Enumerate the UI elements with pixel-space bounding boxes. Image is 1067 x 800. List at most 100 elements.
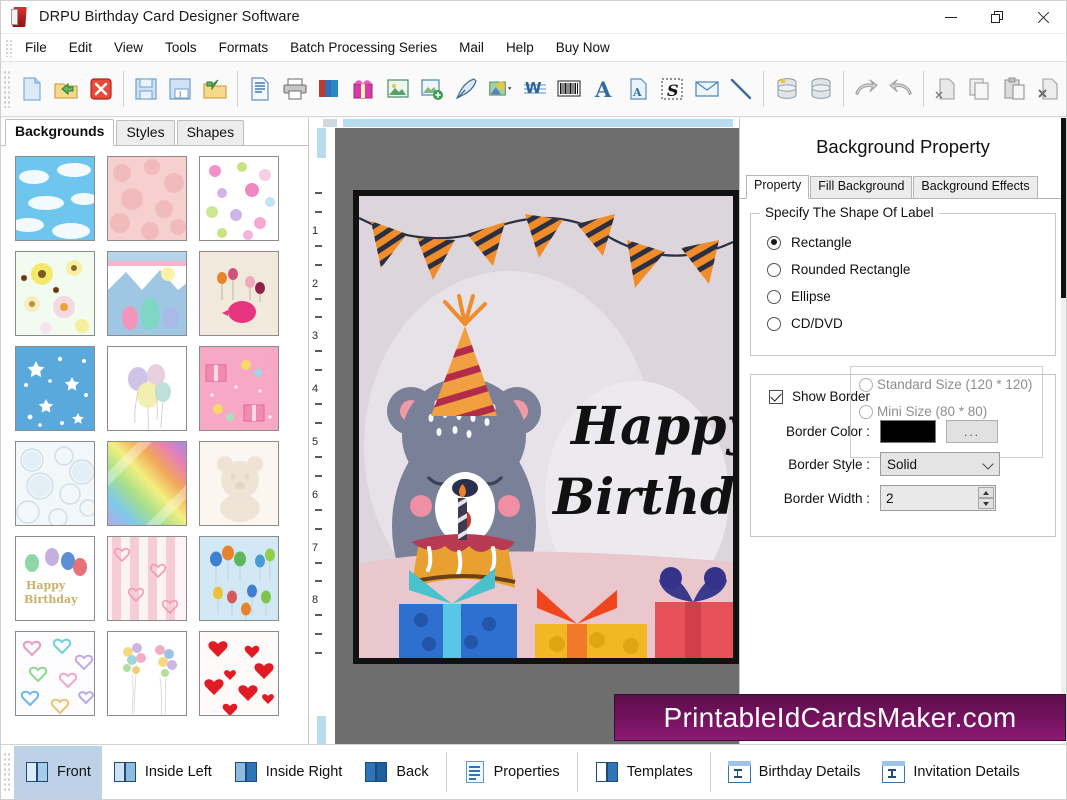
tab-shapes[interactable]: Shapes [177, 120, 244, 145]
paste-button[interactable] [997, 69, 1031, 109]
save-button[interactable] [129, 69, 163, 109]
right-panel-scrollbar[interactable] [1061, 118, 1066, 744]
open-folder-icon [53, 76, 79, 102]
background-thumbnail-pink-hearts-stripes[interactable] [107, 536, 187, 621]
canvas-horizontal-scrollbar[interactable] [309, 118, 739, 128]
right-panel-scroll-thumb[interactable] [1061, 118, 1066, 298]
menu-item-formats[interactable]: Formats [208, 36, 280, 59]
tab-property[interactable]: Property [746, 175, 809, 199]
background-thumbnail-teddy-bear-faded[interactable] [199, 441, 279, 526]
close-button[interactable] [1020, 1, 1066, 34]
shapes-dropdown-button[interactable] [484, 69, 518, 109]
envelope-button[interactable] [690, 69, 724, 109]
bottom-tab-templates[interactable]: Templates [584, 746, 704, 799]
spin-up-icon[interactable] [978, 487, 994, 498]
menu-drag-grip[interactable] [5, 39, 12, 57]
bottom-tab-inside-right[interactable]: Inside Right [223, 746, 354, 799]
barcode-button[interactable] [552, 69, 586, 109]
bottom-tab-properties[interactable]: Properties [453, 746, 571, 799]
text-button[interactable]: A [587, 69, 621, 109]
bottom-tab-invitation-details[interactable]: Invitation Details [871, 746, 1030, 799]
tab-background-effects[interactable]: Background Effects [913, 176, 1037, 198]
open-folder-button[interactable] [49, 69, 83, 109]
ruler-mark-3: 3 [312, 331, 318, 342]
radio-cd-dvd[interactable]: CD/DVD [767, 316, 1045, 331]
spin-down-icon[interactable] [978, 498, 994, 509]
pen-tool-button[interactable] [449, 69, 483, 109]
add-picture-button[interactable] [415, 69, 449, 109]
undo-button[interactable] [849, 69, 883, 109]
background-thumbnail-bird-balloons-beige[interactable] [199, 251, 279, 336]
border-width-stepper[interactable]: 2 [880, 485, 996, 511]
minimize-button[interactable] [928, 1, 974, 34]
line-tool-button[interactable] [724, 69, 758, 109]
background-thumbnail-pastel-balloons[interactable] [107, 346, 187, 431]
menu-item-file[interactable]: File [14, 36, 58, 59]
border-width-spin-buttons[interactable] [978, 487, 994, 509]
vertical-scroll-thumb-top[interactable] [317, 128, 326, 158]
horizontal-scroll-thumb[interactable] [343, 119, 733, 127]
menu-item-edit[interactable]: Edit [58, 36, 103, 59]
tab-styles[interactable]: Styles [116, 120, 174, 145]
canvas-board[interactable]: Happy Birthday [335, 128, 739, 744]
border-style-select[interactable]: Solid [880, 452, 1000, 476]
background-thumbnail-pink-party-gifts[interactable] [199, 346, 279, 431]
new-document-button[interactable] [15, 69, 49, 109]
signature-button[interactable]: S [655, 69, 689, 109]
vertical-ruler: 1 2 3 4 5 6 [309, 128, 335, 744]
menu-item-tools[interactable]: Tools [154, 36, 208, 59]
background-thumbnail-blue-stars[interactable] [15, 346, 95, 431]
menu-item-help[interactable]: Help [495, 36, 545, 59]
print-button[interactable] [277, 69, 311, 109]
radio-rounded-rectangle[interactable]: Rounded Rectangle [767, 262, 1045, 277]
import-button[interactable] [198, 69, 232, 109]
background-thumbnail-red-hearts[interactable] [199, 631, 279, 716]
text-icon: A [591, 76, 617, 102]
menu-item-view[interactable]: View [103, 36, 154, 59]
tab-backgrounds[interactable]: Backgrounds [5, 119, 114, 146]
toolbar-drag-grip[interactable] [3, 70, 11, 108]
background-thumbnail-happy-birthday-balloons[interactable]: Happy Birthday [15, 536, 95, 621]
background-thumbnail-pink-hearts-texture[interactable] [107, 156, 187, 241]
cut-button[interactable] [929, 69, 963, 109]
background-thumbnail-pastel-outline-hearts[interactable] [15, 631, 95, 716]
save-as-button[interactable]: I [163, 69, 197, 109]
background-thumbnail-winter-snowman[interactable] [107, 251, 187, 336]
delete-button[interactable] [1032, 69, 1066, 109]
background-thumbnail-butterflies-flowers[interactable] [199, 156, 279, 241]
copy-button[interactable] [963, 69, 997, 109]
background-thumbnail-sky-clouds[interactable] [15, 156, 95, 241]
radio-standard-size[interactable]: Standard Size (120 * 120) [859, 377, 1034, 392]
background-thumbnail-blue-sky-balloons[interactable] [199, 536, 279, 621]
gift-button[interactable] [346, 69, 380, 109]
background-thumbnail-balloon-bouquets[interactable] [107, 631, 187, 716]
background-thumbnail-soap-bubbles[interactable] [15, 441, 95, 526]
card-layers-button[interactable] [312, 69, 346, 109]
page-setup-button[interactable] [243, 69, 277, 109]
insert-image-button[interactable] [380, 69, 414, 109]
vertical-scroll-thumb-bottom[interactable] [317, 716, 326, 744]
radio-rectangle[interactable]: Rectangle [767, 235, 1045, 250]
database-gold-button[interactable] [769, 69, 803, 109]
menu-item-buy-now[interactable]: Buy Now [545, 36, 621, 59]
bottom-tab-properties-label: Properties [494, 764, 560, 780]
tab-fill-background[interactable]: Fill Background [810, 176, 912, 198]
bottom-bar-drag-grip[interactable] [3, 752, 11, 792]
background-thumbnail-rainbow-gradient[interactable] [107, 441, 187, 526]
database-button[interactable] [804, 69, 838, 109]
text-on-page-button[interactable]: A [621, 69, 655, 109]
watermark-button[interactable]: W [518, 69, 552, 109]
bottom-tab-front[interactable]: Front [14, 746, 102, 799]
redo-button[interactable] [883, 69, 917, 109]
menu-item-batch-processing-series[interactable]: Batch Processing Series [279, 36, 448, 59]
maximize-button[interactable] [974, 1, 1020, 34]
birthday-card-design[interactable]: Happy Birthday [353, 190, 739, 664]
close-document-button[interactable] [84, 69, 118, 109]
radio-ellipse[interactable]: Ellipse [767, 289, 1045, 304]
bottom-tab-back[interactable]: Back [353, 746, 439, 799]
radio-mini-size[interactable]: Mini Size (80 * 80) [859, 404, 1034, 419]
background-thumbnail-yellow-daisies[interactable] [15, 251, 95, 336]
menu-item-mail[interactable]: Mail [448, 36, 495, 59]
bottom-tab-birthday-details[interactable]: Birthday Details [717, 746, 872, 799]
bottom-tab-inside-left[interactable]: Inside Left [102, 746, 223, 799]
